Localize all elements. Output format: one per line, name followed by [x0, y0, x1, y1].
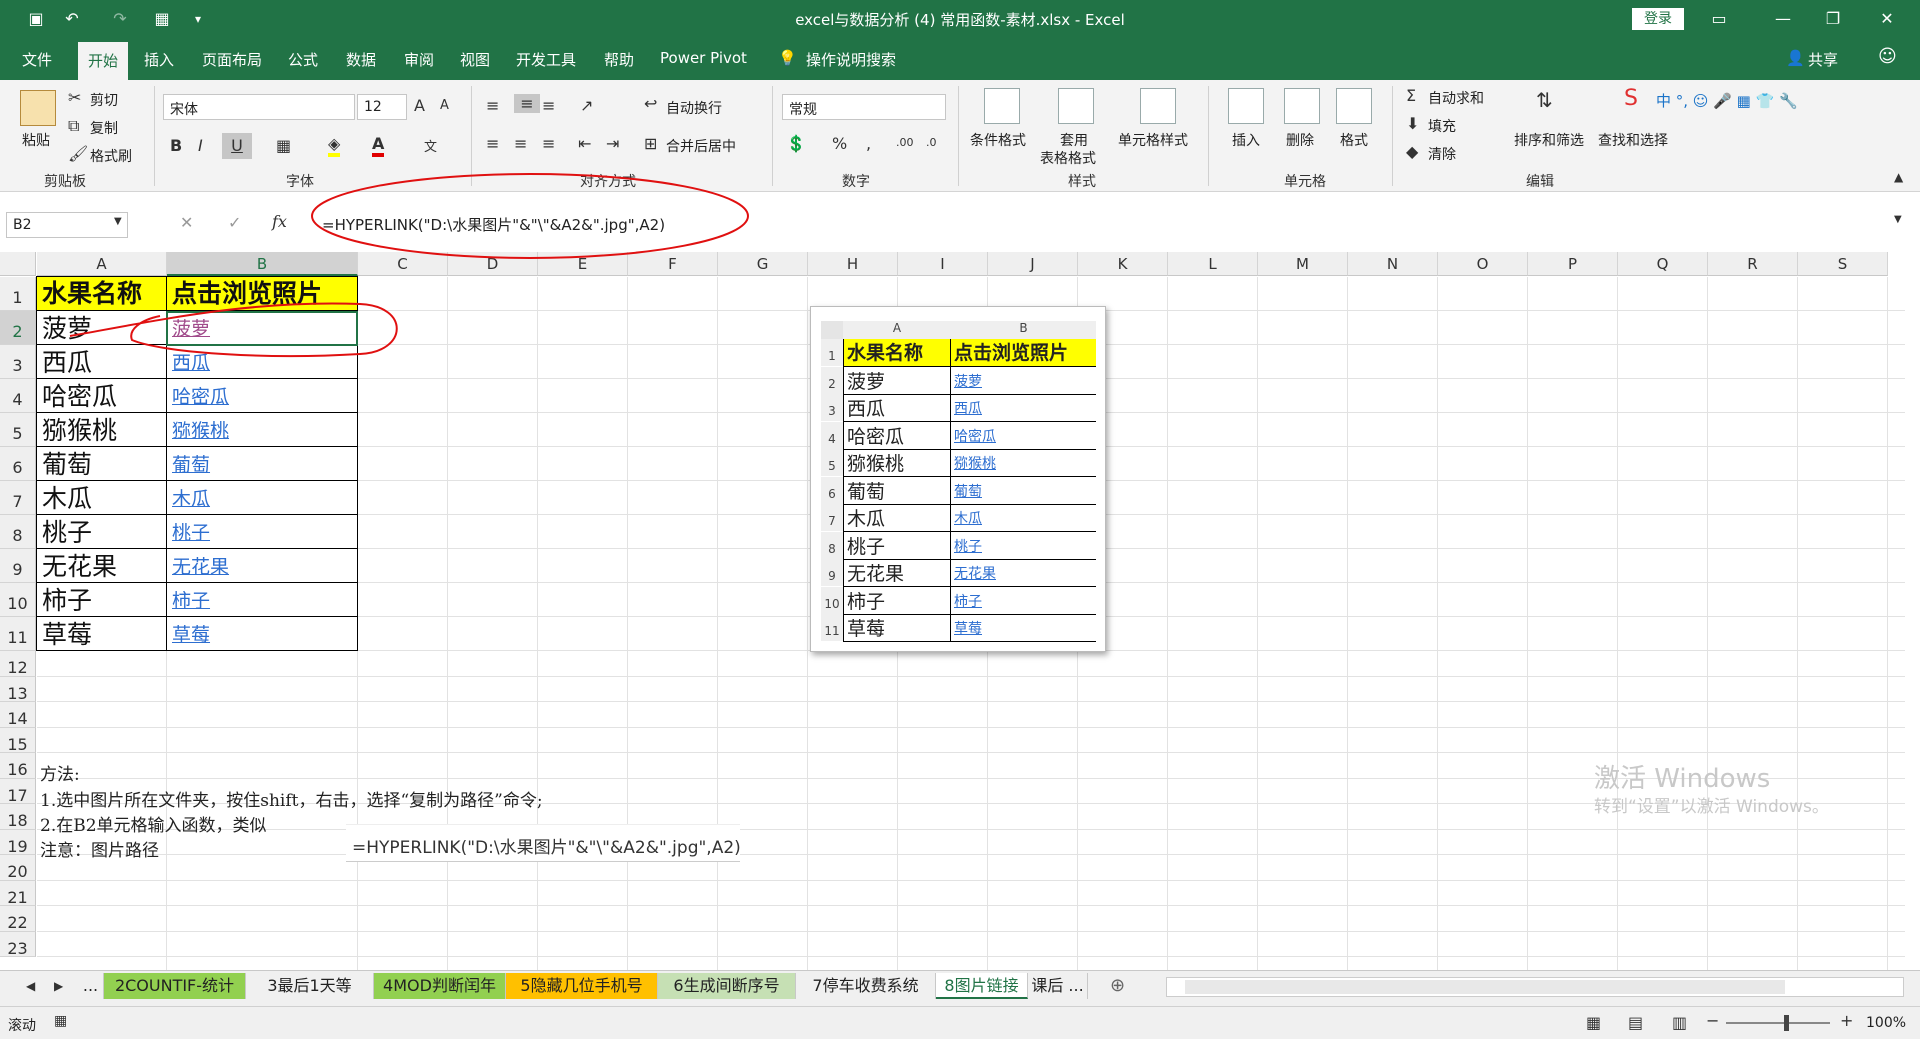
red-annotations: [69, 173, 749, 358]
cell-circle-annotation: [69, 302, 398, 358]
formula-circle-annotation: [311, 173, 749, 259]
